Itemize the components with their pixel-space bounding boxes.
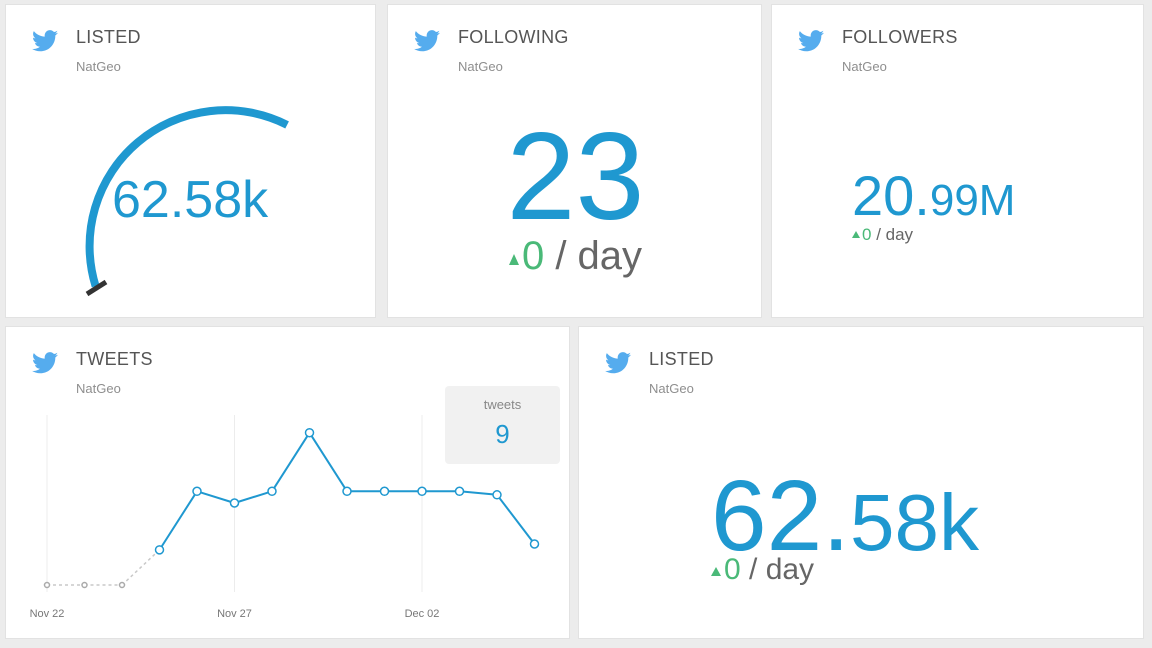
data-point[interactable] — [417, 486, 427, 497]
data-point[interactable] — [118, 581, 126, 589]
listed-card: LISTED NatGeo 62.58k 0 / day — [578, 326, 1144, 639]
series-line-segment — [196, 490, 235, 504]
series-line-segment — [459, 490, 498, 496]
data-point[interactable] — [81, 581, 88, 589]
data-point[interactable] — [154, 545, 165, 555]
data-point[interactable] — [342, 486, 352, 497]
series-line-segment — [271, 432, 311, 492]
data-point[interactable] — [192, 486, 202, 497]
twitter-bird-icon — [605, 352, 631, 374]
series-line-segment — [234, 490, 273, 504]
tooltip-value: 9 — [495, 419, 510, 449]
rate-delta: 0 — [724, 553, 741, 586]
rate-unit: / day — [740, 553, 815, 586]
x-tick-label: Nov 22 — [30, 608, 65, 620]
x-tick-label: Nov 27 — [217, 608, 252, 620]
data-point[interactable] — [454, 486, 465, 497]
listed-rate: 0 / day — [711, 555, 814, 585]
data-point[interactable] — [304, 427, 315, 438]
card-title: LISTED — [649, 349, 714, 369]
data-point[interactable] — [43, 581, 51, 589]
triangle-up-icon — [711, 567, 721, 576]
data-point[interactable] — [529, 539, 540, 549]
series-line-segment — [496, 494, 536, 545]
data-point[interactable] — [229, 498, 240, 508]
data-point[interactable] — [492, 490, 502, 500]
x-tick-label: Dec 02 — [405, 608, 440, 620]
data-point[interactable] — [379, 486, 390, 497]
tooltip-label: tweets — [483, 397, 522, 412]
listed-big-value: 62.58k — [711, 466, 979, 566]
account-name: NatGeo — [649, 381, 694, 396]
chart-tooltip: tweets 9 — [445, 386, 560, 464]
series-line-segment — [158, 490, 198, 551]
listed-big-value-rest: 58k — [850, 478, 979, 567]
series-line-segment — [121, 549, 161, 586]
series-line-segment — [308, 432, 348, 492]
data-point[interactable] — [267, 486, 277, 497]
